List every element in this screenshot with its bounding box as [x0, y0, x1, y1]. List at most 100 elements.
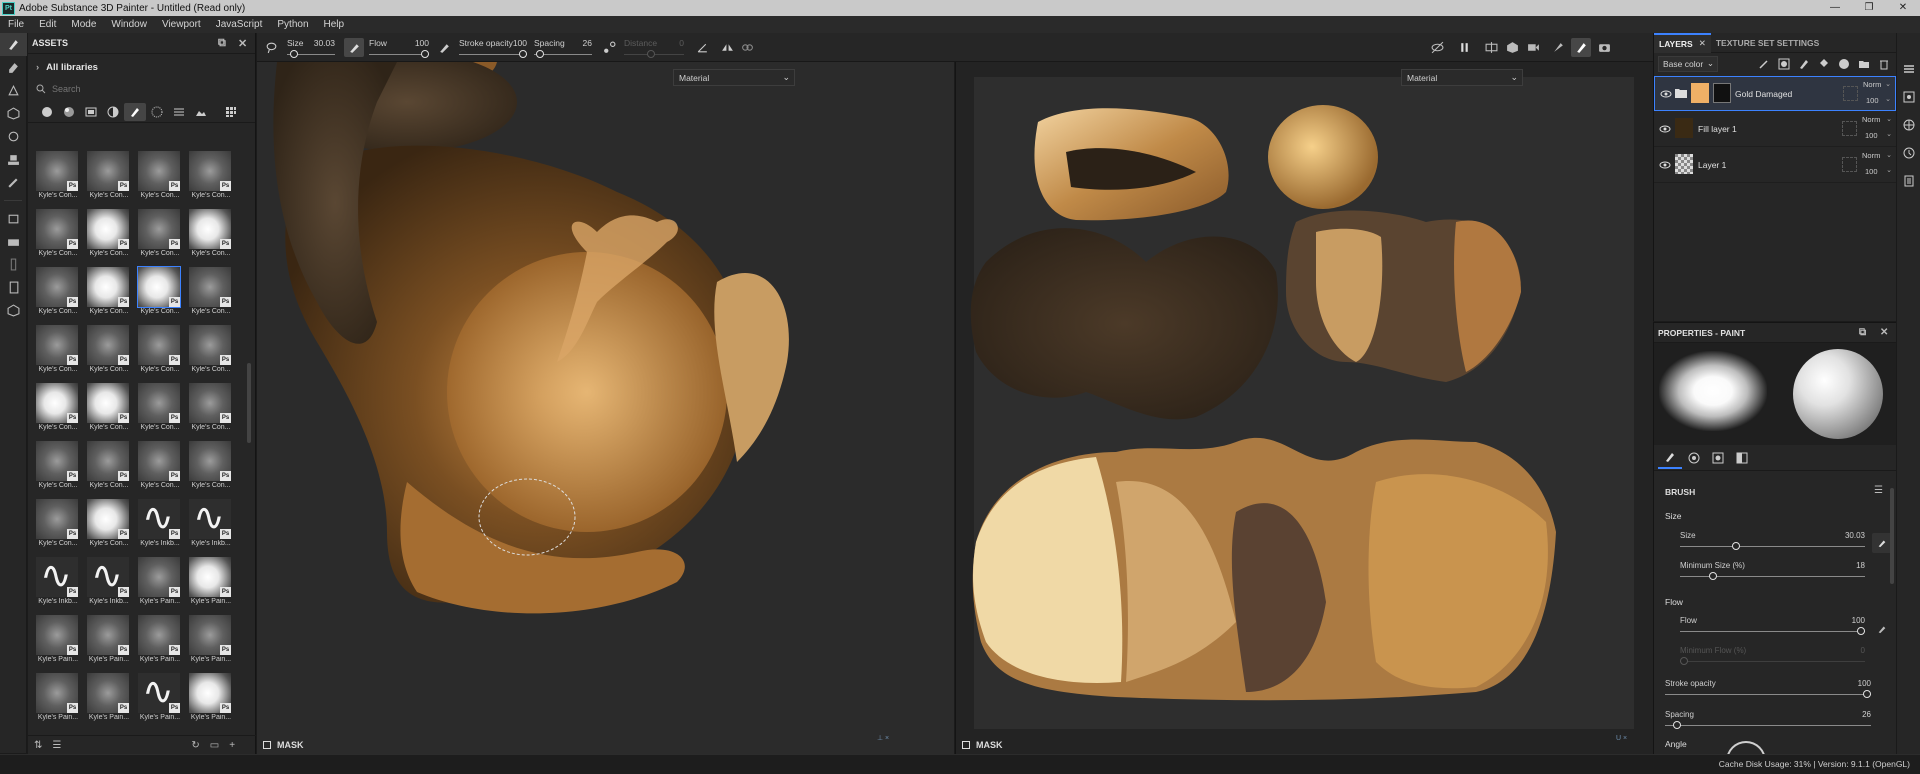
layer-row[interactable]: Gold Damaged Norm 100 ⌄ ⌄: [1654, 76, 1896, 111]
layer-opacity[interactable]: 100: [1866, 96, 1879, 105]
filter-environments[interactable]: [190, 103, 212, 121]
dock-texture-set-button[interactable]: [1897, 85, 1920, 109]
layer-blend-mode[interactable]: Norm: [1862, 151, 1880, 160]
symmetry-settings[interactable]: [737, 38, 757, 57]
tab-stencil[interactable]: [1706, 447, 1730, 469]
brush-size-slider[interactable]: Size 30.03: [1680, 531, 1865, 553]
asset-tile[interactable]: Ps Kyle's Con...: [83, 259, 134, 316]
layer-mask-slot[interactable]: [1842, 157, 1857, 172]
stroke-opacity-prop-knob[interactable]: [1863, 690, 1871, 698]
delete-layer-button[interactable]: [1874, 56, 1894, 72]
size-pen-pressure-button[interactable]: [1872, 533, 1892, 553]
menu-file[interactable]: File: [8, 19, 24, 30]
brush-flow-knob[interactable]: [1857, 627, 1865, 635]
shelf-tool[interactable]: [0, 299, 27, 322]
bake-tool[interactable]: [0, 207, 27, 230]
pause-render-button[interactable]: [1454, 38, 1474, 57]
asset-tile[interactable]: Ps Kyle's Con...: [83, 375, 134, 432]
asset-tile[interactable]: Ps Kyle's Con...: [32, 259, 83, 316]
tab-brush[interactable]: [1658, 447, 1682, 469]
eraser-tool[interactable]: [0, 56, 27, 79]
min-flow-knob[interactable]: [1680, 657, 1688, 665]
asset-tile[interactable]: Ps Kyle's Con...: [185, 259, 236, 316]
library-selector[interactable]: › All libraries: [28, 57, 255, 77]
dock-display-settings-button[interactable]: [1897, 113, 1920, 137]
tab-material[interactable]: [1682, 447, 1706, 469]
polygon-fill-tool[interactable]: [0, 102, 27, 125]
spacing-knob[interactable]: [535, 50, 544, 58]
distance-knob[interactable]: [647, 50, 655, 58]
stroke-opacity-slider[interactable]: Stroke opacity 100: [1665, 679, 1871, 701]
refresh-icon[interactable]: ↻: [191, 740, 199, 751]
asset-tile[interactable]: PsKyle's Inkb...: [83, 549, 134, 606]
viewport-2d[interactable]: Material ⌄ U × MASK: [955, 62, 1653, 754]
asset-tile[interactable]: Ps Kyle's Con...: [185, 317, 236, 374]
tab-layers[interactable]: LAYERS ✕: [1654, 32, 1711, 53]
eye-icon[interactable]: [1659, 159, 1671, 171]
layer-opacity[interactable]: 100: [1865, 167, 1878, 176]
screenshot-button[interactable]: [1594, 38, 1614, 57]
new-folder-icon[interactable]: ▭: [210, 740, 219, 751]
popout-icon[interactable]: ⧉: [218, 37, 226, 50]
popout-icon[interactable]: ⧉: [1859, 327, 1866, 338]
restore-button[interactable]: ❐: [1852, 0, 1886, 16]
add-icon[interactable]: +: [229, 740, 235, 751]
toolbar-size-slider[interactable]: Size 30.03: [287, 36, 335, 60]
hide-camera-toggle[interactable]: [1427, 38, 1447, 57]
filter-tools[interactable]: [168, 103, 190, 121]
grid-view-toggle[interactable]: [220, 103, 242, 121]
asset-tile[interactable]: Ps Kyle's Con...: [185, 143, 236, 200]
material-picker-tool[interactable]: [0, 171, 27, 194]
iray-button[interactable]: [1548, 38, 1568, 57]
size-pen-pressure-toggle[interactable]: [344, 38, 364, 57]
viewport-2d-channel-dropdown[interactable]: Material ⌄: [1401, 69, 1523, 86]
measure-tool[interactable]: [0, 253, 27, 276]
size-knob[interactable]: [290, 50, 299, 58]
display-settings-button[interactable]: [1502, 38, 1522, 57]
viewport-3d-channel-dropdown[interactable]: Material ⌄: [673, 69, 795, 86]
camera-settings-button[interactable]: [1523, 38, 1543, 57]
close-panel-icon[interactable]: ✕: [238, 37, 247, 50]
smudge-tool[interactable]: [0, 125, 27, 148]
filter-particles[interactable]: [146, 103, 168, 121]
toolbar-flow-slider[interactable]: Flow 100: [369, 36, 429, 60]
clone-tool[interactable]: [0, 148, 27, 171]
min-size-slider[interactable]: Minimum Size (%) 18: [1680, 561, 1865, 583]
asset-tile[interactable]: Ps Kyle's Con...: [185, 375, 236, 432]
add-smart-material-button[interactable]: [1834, 56, 1854, 72]
asset-tile[interactable]: PsKyle's Pain...: [185, 549, 236, 606]
sort-icon[interactable]: ⇅: [34, 740, 42, 751]
layer-mask-slot[interactable]: [1843, 86, 1858, 101]
paint-brush-tool[interactable]: [0, 33, 27, 56]
eye-icon[interactable]: [1659, 123, 1671, 135]
asset-tile[interactable]: Ps Kyle's Con...: [185, 433, 236, 490]
presets-icon[interactable]: ☰: [1874, 485, 1883, 496]
asset-tile[interactable]: Ps Kyle's Con...: [134, 143, 185, 200]
symmetry-toggle[interactable]: [717, 38, 737, 57]
brush-alpha-preview[interactable]: [1659, 351, 1767, 431]
layer-opacity[interactable]: 100: [1865, 131, 1878, 140]
asset-tile[interactable]: PsKyle's Pain...: [83, 607, 134, 664]
filter-materials[interactable]: [58, 103, 80, 121]
paint-mode-button[interactable]: [1571, 38, 1591, 57]
asset-tile[interactable]: PsKyle's Inkb...: [32, 549, 83, 606]
eye-icon[interactable]: [1660, 88, 1672, 100]
channel-dropdown[interactable]: Base color ⌄: [1658, 56, 1718, 72]
asset-tile[interactable]: Ps Kyle's Con...: [83, 143, 134, 200]
asset-tile[interactable]: Ps Kyle's Con...: [32, 375, 83, 432]
lazy-mouse-button[interactable]: [261, 38, 281, 57]
asset-tile[interactable]: Ps Kyle's Con...: [134, 375, 185, 432]
flow-pen-pressure-toggle[interactable]: [434, 38, 454, 57]
tab-texture-set-settings[interactable]: TEXTURE SET SETTINGS: [1711, 33, 1824, 53]
asset-tile[interactable]: PsKyle's Pain...: [134, 665, 185, 722]
asset-tile[interactable]: Ps Kyle's Con...: [83, 317, 134, 374]
lazy-mouse-toggle[interactable]: [599, 38, 619, 57]
projection-tool[interactable]: [0, 79, 27, 102]
mask-indicator-3d[interactable]: MASK: [263, 740, 304, 750]
add-paint-layer-button[interactable]: [1794, 56, 1814, 72]
dock-layers-button[interactable]: [1897, 57, 1920, 81]
stroke-opacity-knob[interactable]: [519, 50, 527, 58]
menu-window[interactable]: Window: [111, 19, 147, 30]
view-mode-button[interactable]: [1481, 38, 1501, 57]
asset-tile[interactable]: PsKyle's Pain...: [185, 665, 236, 722]
